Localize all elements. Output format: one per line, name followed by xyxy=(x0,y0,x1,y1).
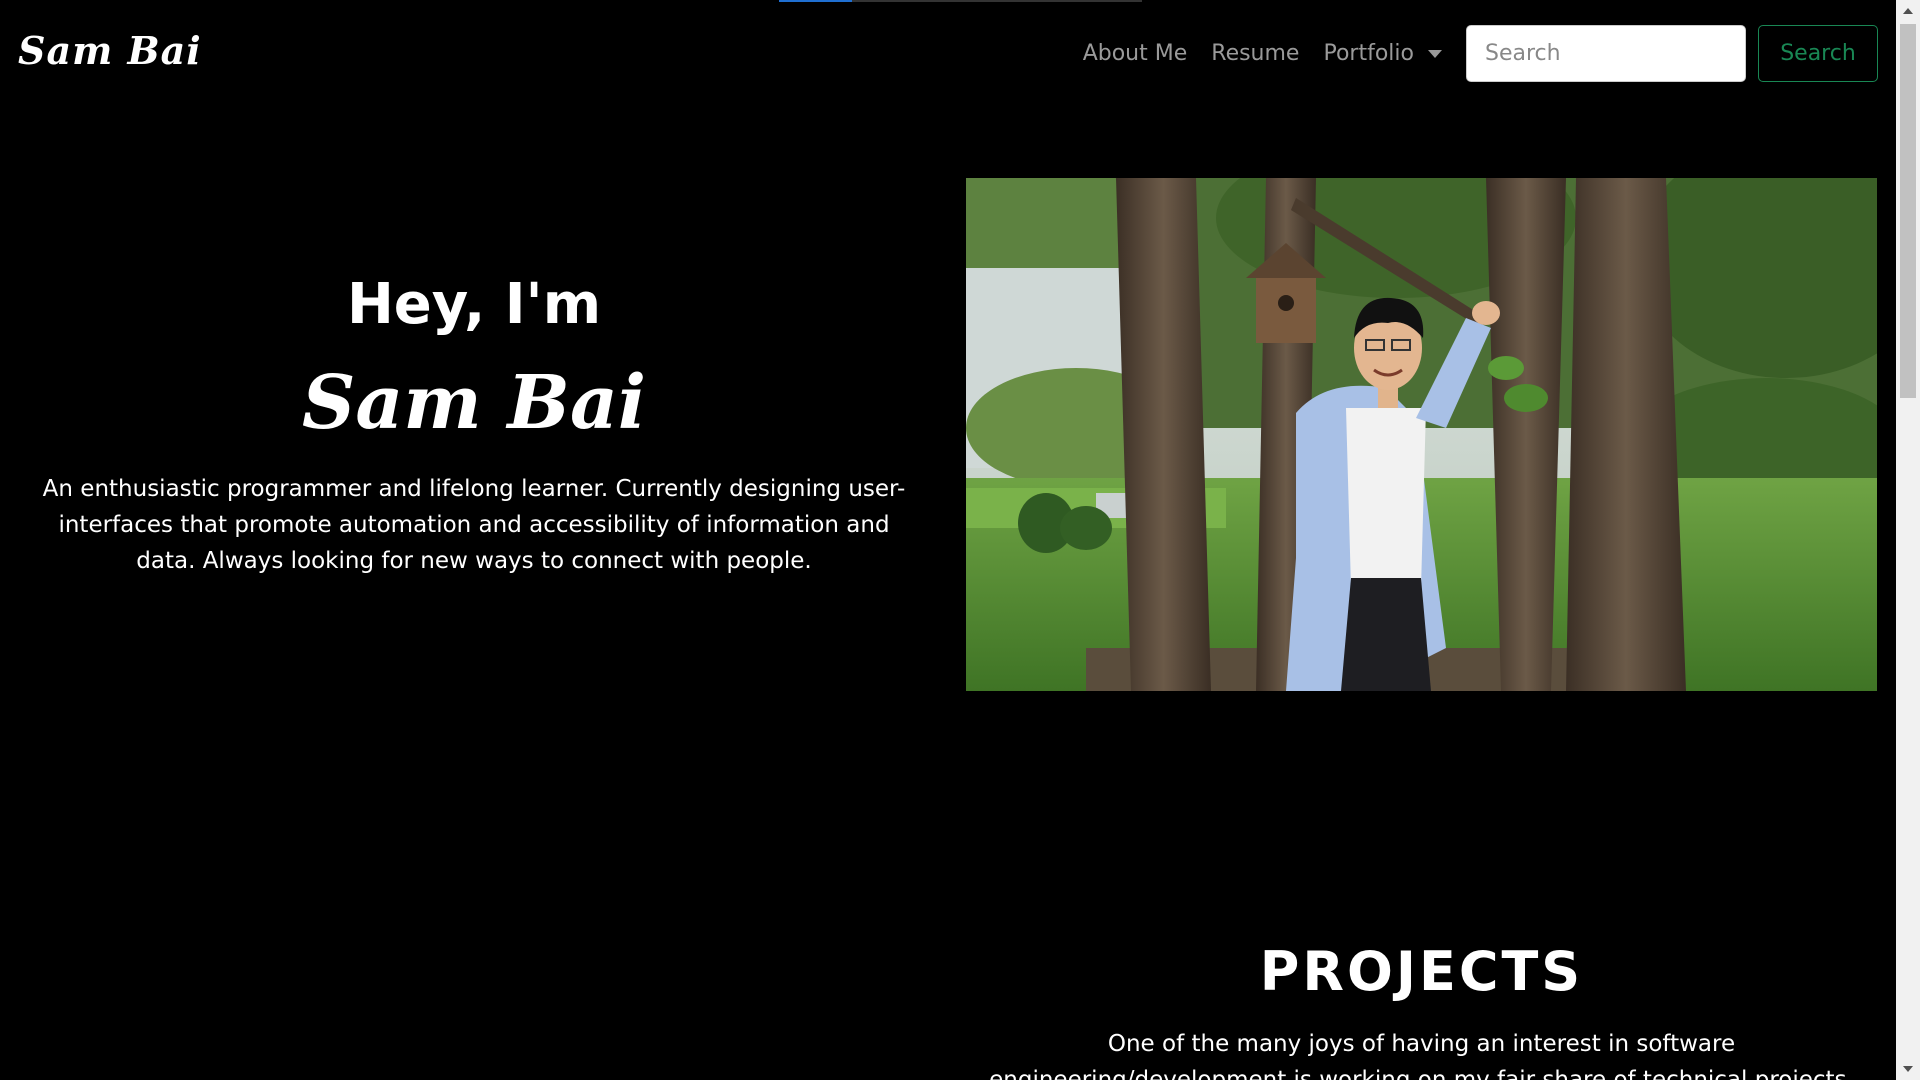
scroll-down-arrow-icon[interactable] xyxy=(1903,1066,1913,1072)
page: Sam Bai About Me Resume Portfolio Search… xyxy=(0,0,1920,1080)
brand-logo[interactable]: Sam Bai xyxy=(18,28,202,73)
nav-dropdown-portfolio[interactable]: Portfolio xyxy=(1323,41,1442,66)
caret-down-icon xyxy=(1428,49,1442,58)
scroll-up-arrow-icon[interactable] xyxy=(1903,8,1913,14)
projects-description: One of the many joys of having an intere… xyxy=(989,1031,1854,1080)
scrollbar-thumb[interactable] xyxy=(1900,24,1916,398)
hero-greeting: Hey, I'm xyxy=(346,272,602,337)
portrait-photo-illustration xyxy=(966,178,1877,691)
navbar: Sam Bai About Me Resume Portfolio Search xyxy=(0,0,1896,105)
hero-intro: Hey, I'm Sam Bai An enthusiastic program… xyxy=(30,265,918,579)
search-input[interactable] xyxy=(1466,25,1746,82)
nav-links: About Me Resume Portfolio Search xyxy=(1083,25,1878,82)
nav-link-resume[interactable]: Resume xyxy=(1211,41,1299,66)
hero-description: An enthusiastic programmer and lifelong … xyxy=(42,476,906,574)
vertical-scrollbar[interactable] xyxy=(1896,0,1920,1080)
portrait-photo xyxy=(966,178,1877,691)
hero-name: Sam Bai xyxy=(301,360,647,446)
nav-dropdown-portfolio-label: Portfolio xyxy=(1323,41,1414,66)
search-button[interactable]: Search xyxy=(1758,25,1878,82)
projects-title: PROJECTS xyxy=(1259,940,1584,1003)
nav-link-about-me[interactable]: About Me xyxy=(1083,41,1188,66)
